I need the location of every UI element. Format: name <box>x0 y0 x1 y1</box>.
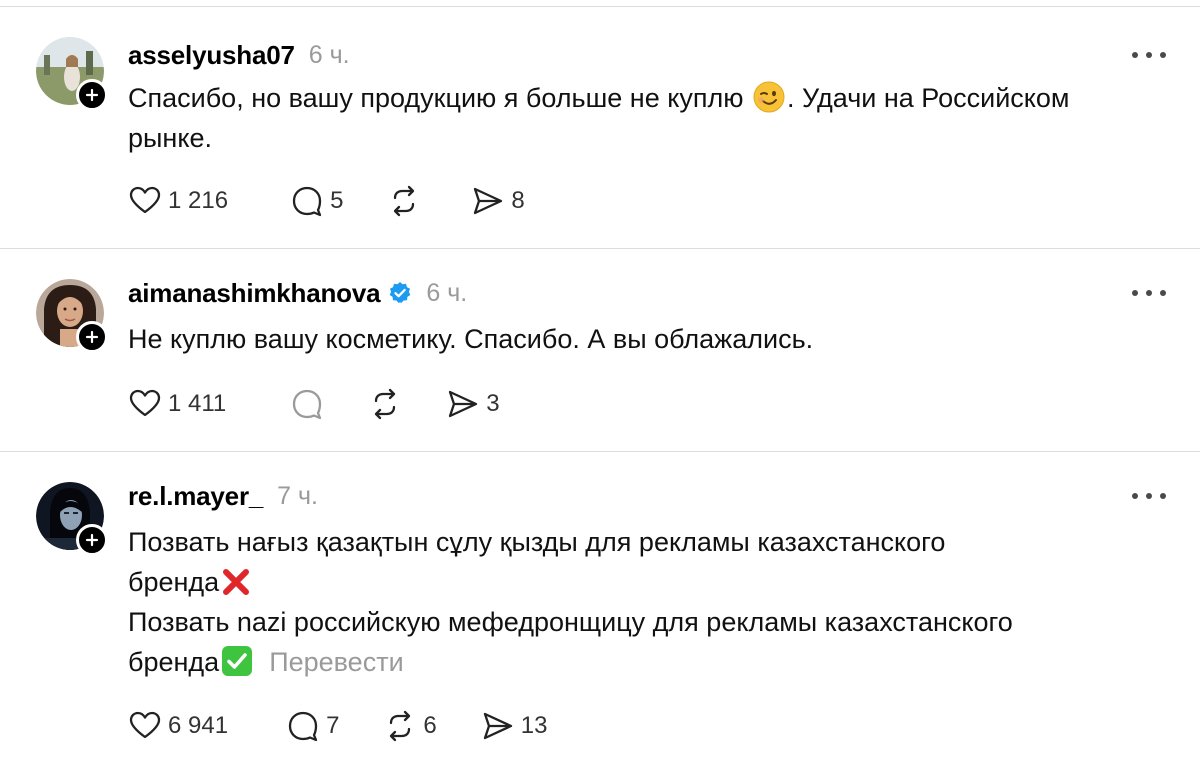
post-text-line: Позвать nazi российскую мефедронщицу для… <box>128 607 1013 637</box>
timestamp[interactable]: 7 ч. <box>277 482 318 511</box>
more-options-button[interactable] <box>1132 486 1166 506</box>
dot-icon <box>1146 493 1152 499</box>
like-button[interactable]: 6 941 <box>128 709 228 743</box>
cross-mark-icon <box>223 569 250 595</box>
reply-button[interactable]: 5 <box>290 184 343 218</box>
action-bar: 6 941 7 6 13 <box>128 706 547 746</box>
dot-icon <box>1160 290 1166 296</box>
share-count: 13 <box>520 712 548 739</box>
post-text-line: Позвать нағыз қазақтын сұлу қызды для ре… <box>128 527 946 557</box>
post-text-segment: рынке. <box>128 123 212 153</box>
share-button[interactable]: 8 <box>471 184 525 218</box>
share-count: 8 <box>511 187 525 214</box>
heart-icon <box>129 186 161 214</box>
post-text-segment: Спасибо, но вашу продукцию я больше не к… <box>128 83 744 113</box>
post-text-segment: . Удачи на Российском <box>786 83 1070 113</box>
thread-post: aimanashimkhanova 6 ч. Не куплю вашу кос… <box>0 248 1200 451</box>
dot-icon <box>1146 52 1152 58</box>
repost-icon <box>375 388 396 420</box>
follow-button[interactable] <box>76 79 108 111</box>
timestamp[interactable]: 6 ч. <box>309 41 350 70</box>
thread-post: re.l.mayer_ 7 ч. Позвать нағыз қазақтын … <box>0 451 1200 768</box>
more-options-button[interactable] <box>1132 45 1166 65</box>
repost-count: 6 <box>423 712 437 739</box>
more-options-button[interactable] <box>1132 283 1166 303</box>
repost-button[interactable] <box>387 184 427 218</box>
send-icon <box>474 187 503 215</box>
post-header: asselyusha07 6 ч. <box>128 35 350 75</box>
avatar[interactable] <box>36 482 108 556</box>
username[interactable]: re.l.mayer_ <box>128 481 263 512</box>
username[interactable]: aimanashimkhanova <box>128 278 381 309</box>
dot-icon <box>1146 290 1152 296</box>
username[interactable]: asselyusha07 <box>128 40 295 71</box>
post-text-line: бренда <box>128 647 220 677</box>
post-text: Не куплю вашу косметику. Спасибо. А вы о… <box>128 324 814 354</box>
send-icon <box>449 390 478 418</box>
repost-icon <box>394 185 415 217</box>
like-count: 6 941 <box>168 712 229 739</box>
share-button[interactable]: 3 <box>446 387 500 421</box>
reply-button[interactable] <box>290 387 324 421</box>
post-header: re.l.mayer_ 7 ч. <box>128 476 318 516</box>
like-button[interactable]: 1 411 <box>128 387 226 421</box>
dot-icon <box>1160 493 1166 499</box>
plus-icon <box>85 330 99 344</box>
plus-icon <box>85 88 99 102</box>
winking-face-icon <box>753 81 785 113</box>
avatar[interactable] <box>36 37 108 111</box>
dot-icon <box>1132 290 1138 296</box>
dot-icon <box>1132 52 1138 58</box>
comment-count: 7 <box>326 712 340 739</box>
post-header: aimanashimkhanova 6 ч. <box>128 273 467 313</box>
post-text: Спасибо, но вашу продукцию я больше не к… <box>128 78 1168 158</box>
post-text: Позвать нағыз қазақтын сұлу қызды для ре… <box>128 522 1168 682</box>
send-icon <box>483 712 512 740</box>
share-count: 3 <box>486 390 500 417</box>
action-bar: 1 216 5 8 <box>128 181 525 221</box>
comment-count: 5 <box>330 187 344 214</box>
like-count: 1 411 <box>168 390 227 417</box>
dot-icon <box>1160 52 1166 58</box>
share-button[interactable]: 13 <box>481 709 548 743</box>
timestamp[interactable]: 6 ч. <box>426 279 467 308</box>
post-text-line: бренда <box>128 567 220 597</box>
translate-link[interactable]: Перевести <box>269 647 403 677</box>
avatar[interactable] <box>36 279 108 353</box>
reply-button[interactable]: 7 <box>286 709 339 743</box>
action-bar: 1 411 3 <box>128 384 500 424</box>
follow-button[interactable] <box>76 321 108 353</box>
heart-icon <box>129 389 161 417</box>
like-count: 1 216 <box>168 187 229 214</box>
follow-button[interactable] <box>76 524 108 556</box>
verified-badge-icon <box>390 282 411 303</box>
comment-icon <box>288 711 318 742</box>
dot-icon <box>1132 493 1138 499</box>
check-mark-button-icon <box>222 646 253 676</box>
comment-icon <box>293 389 322 420</box>
plus-icon <box>85 533 99 547</box>
thread-post: asselyusha07 6 ч. Спасибо, но вашу проду… <box>0 6 1200 248</box>
comment-icon <box>292 186 322 217</box>
repost-icon <box>390 710 411 742</box>
heart-icon <box>129 711 161 739</box>
repost-button[interactable] <box>368 387 402 421</box>
like-button[interactable]: 1 216 <box>128 184 228 218</box>
repost-button[interactable]: 6 <box>383 709 437 743</box>
